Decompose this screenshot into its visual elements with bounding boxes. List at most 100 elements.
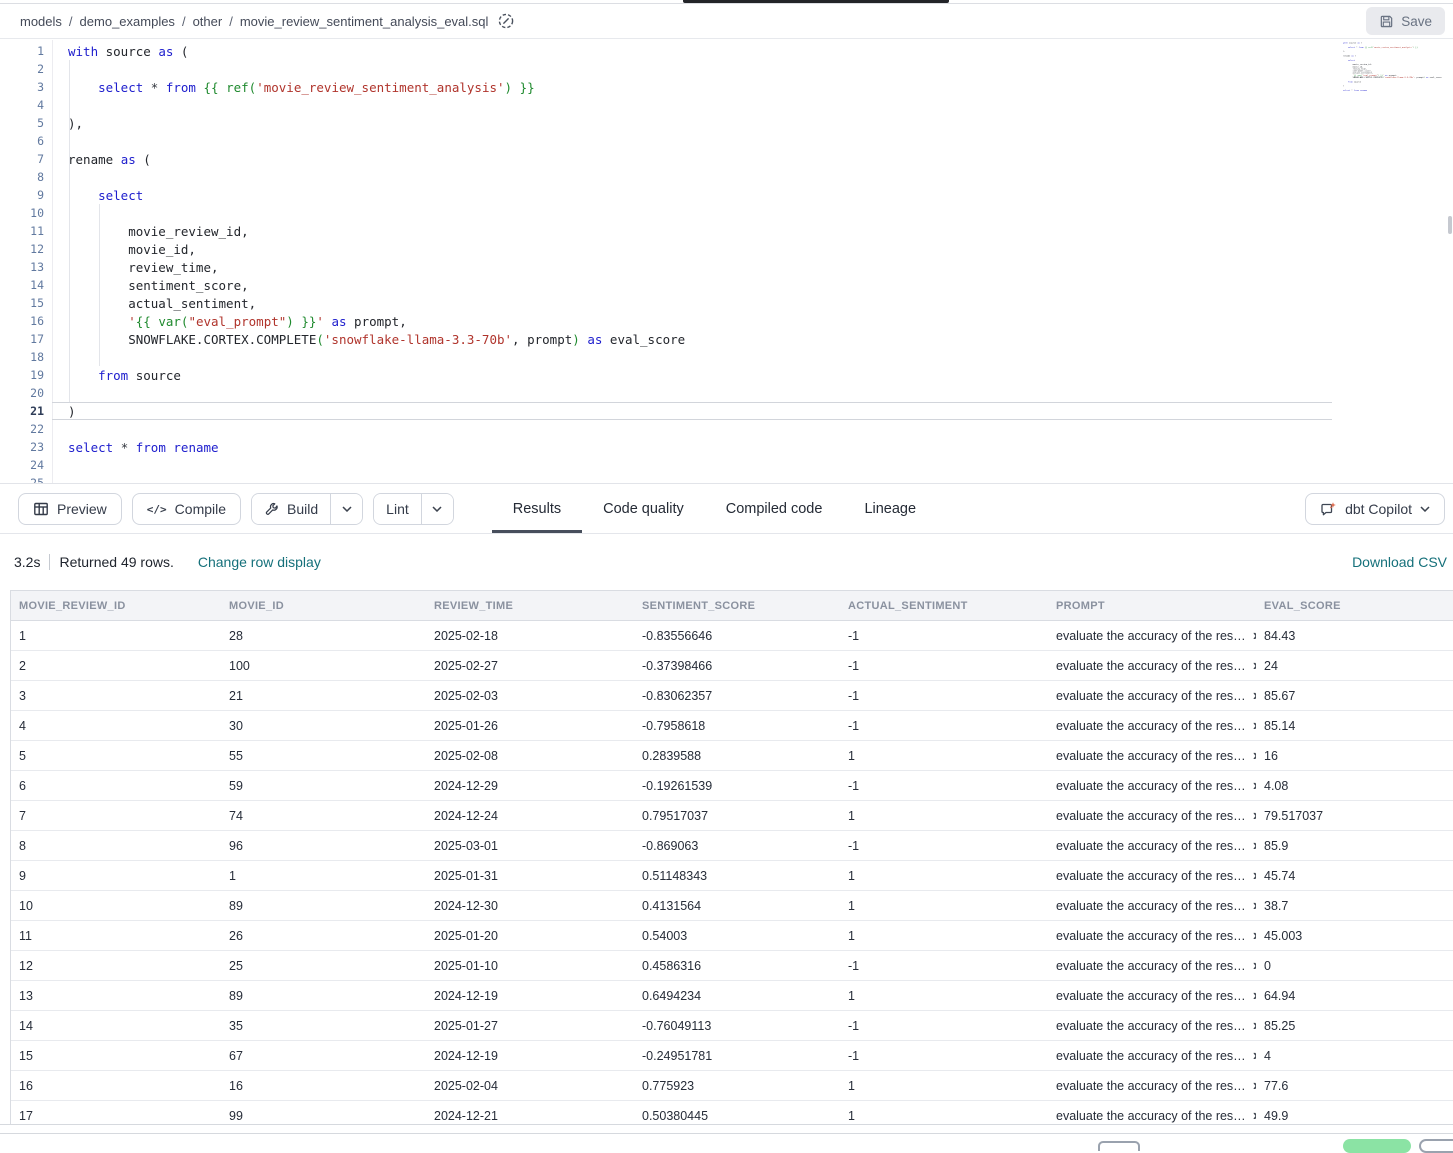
code-line-content: with source as (	[44, 44, 188, 59]
table-cell: 1	[11, 621, 221, 650]
code-line[interactable]: 13 review_time,	[0, 258, 685, 276]
code-line[interactable]: 23select * from rename	[0, 438, 685, 456]
breadcrumb-item[interactable]: movie_review_sentiment_analysis_eval.sql	[240, 14, 489, 29]
line-number: 16	[0, 314, 44, 328]
download-csv-link[interactable]: Download CSV	[1352, 554, 1447, 570]
column-header[interactable]: EVAL_SCORE	[1256, 591, 1453, 620]
compile-button[interactable]: </> Compile	[132, 493, 241, 525]
code-line-content: select	[1337, 59, 1355, 61]
breadcrumb-item[interactable]: other	[193, 14, 223, 29]
lint-button[interactable]: Lint	[374, 494, 421, 524]
code-line[interactable]: 6	[0, 132, 685, 150]
table-cell: 2	[11, 651, 221, 680]
code-line[interactable]: 15 actual_sentiment,	[0, 294, 685, 312]
results-status-bar: 3.2s Returned 49 rows. Change row displa…	[0, 534, 1453, 590]
column-header[interactable]: MOVIE_REVIEW_ID	[11, 591, 221, 620]
lint-button-group: Lint	[373, 493, 454, 525]
preview-button[interactable]: Preview	[18, 493, 122, 525]
table-cell: 85.25	[1256, 1011, 1453, 1040]
table-cell: -1	[840, 711, 1048, 740]
table-cell: 0.2839588	[634, 741, 840, 770]
table-cell: -1	[840, 681, 1048, 710]
bottom-outline-button[interactable]	[1419, 1139, 1453, 1153]
table-cell: 0.79517037	[634, 801, 840, 830]
column-header[interactable]: PROMPT	[1048, 591, 1256, 620]
save-button[interactable]: Save	[1366, 7, 1445, 35]
breadcrumb-separator: /	[69, 14, 73, 29]
code-line[interactable]: 16 '{{ var("eval_prompt") }}' as prompt,	[0, 312, 685, 330]
code-line[interactable]: 17 SNOWFLAKE.CORTEX.COMPLETE('snowflake-…	[0, 330, 685, 348]
breadcrumb-item[interactable]: models	[20, 14, 62, 29]
editor-minimap[interactable]: with source as ( select * from {{ ref('m…	[1337, 42, 1449, 112]
tab-results[interactable]: Results	[492, 485, 582, 533]
code-line[interactable]: 21)	[0, 402, 685, 420]
column-header[interactable]: ACTUAL_SENTIMENT	[840, 591, 1048, 620]
table-cell: 9	[11, 861, 221, 890]
build-button[interactable]: Build	[252, 494, 330, 524]
table-cell: 2025-02-27	[426, 651, 634, 680]
code-line[interactable]: 18	[0, 348, 685, 366]
table-cell: -1	[840, 1011, 1048, 1040]
table-row: 14352025-01-27-0.76049113-1evaluate the …	[11, 1011, 1453, 1041]
code-lines[interactable]: 1with source as (23 select * from {{ ref…	[0, 42, 685, 484]
code-line[interactable]: 24	[0, 456, 685, 474]
code-line[interactable]: 22	[0, 420, 685, 438]
table-cell: evaluate the accuracy of the res…›	[1048, 711, 1256, 740]
table-cell: 4	[1256, 1041, 1453, 1070]
column-header[interactable]: MOVIE_ID	[221, 591, 426, 620]
code-line[interactable]: 10	[0, 204, 685, 222]
code-line[interactable]: 20	[0, 384, 685, 402]
code-line[interactable]: 3 select * from {{ ref('movie_review_sen…	[0, 78, 685, 96]
bottom-action-button[interactable]	[1098, 1141, 1140, 1151]
code-line[interactable]: 2	[0, 60, 685, 78]
build-dropdown-chevron[interactable]	[330, 494, 362, 524]
table-cell: 14	[11, 1011, 221, 1040]
file-header-bar: models/demo_examples/other/movie_review_…	[0, 4, 1453, 39]
dbt-copilot-button[interactable]: dbt Copilot	[1305, 493, 1445, 525]
table-cell: 1	[840, 801, 1048, 830]
code-line[interactable]: 8	[0, 168, 685, 186]
table-cell: 89	[221, 891, 426, 920]
horizontal-scrollbar-track[interactable]	[0, 1124, 1453, 1134]
table-cell: 100	[221, 651, 426, 680]
code-line[interactable]: 14 sentiment_score,	[0, 276, 685, 294]
table-cell: 0.54003	[634, 921, 840, 950]
table-row: 5552025-02-080.28395881evaluate the accu…	[11, 741, 1453, 771]
tab-compiled-code[interactable]: Compiled code	[705, 485, 844, 533]
code-line[interactable]: 1with source as (	[0, 42, 685, 60]
table-row: 11262025-01-200.540031evaluate the accur…	[11, 921, 1453, 951]
table-cell: 2025-01-10	[426, 951, 634, 980]
action-toolbar: Preview </> Compile Build Lint ResultsCo…	[0, 485, 1453, 534]
table-cell: 1	[840, 891, 1048, 920]
lint-dropdown-chevron[interactable]	[421, 494, 453, 524]
change-row-display-link[interactable]: Change row display	[198, 554, 321, 570]
line-number: 23	[0, 440, 44, 454]
tab-code-quality[interactable]: Code quality	[582, 485, 705, 533]
code-line[interactable]: 11 movie_review_id,	[0, 222, 685, 240]
code-line[interactable]: 5),	[0, 114, 685, 132]
code-line[interactable]: 7rename as (	[0, 150, 685, 168]
table-cell: 79.517037	[1256, 801, 1453, 830]
table-row: 10892024-12-300.41315641evaluate the acc…	[11, 891, 1453, 921]
column-header[interactable]: REVIEW_TIME	[426, 591, 634, 620]
column-header[interactable]: SENTIMENT_SCORE	[634, 591, 840, 620]
table-cell: 1	[840, 861, 1048, 890]
code-line[interactable]: 9 select	[0, 186, 685, 204]
code-line-content: ),	[1337, 51, 1345, 53]
editor-scrollbar[interactable]	[1448, 216, 1452, 234]
build-button-group: Build	[251, 493, 363, 525]
breadcrumb-item[interactable]: demo_examples	[80, 14, 175, 29]
tab-lineage[interactable]: Lineage	[843, 485, 937, 533]
prompt-text: evaluate the accuracy of the res…	[1056, 1079, 1246, 1093]
code-line[interactable]: 12 movie_id,	[0, 240, 685, 258]
sql-code-editor[interactable]: 1with source as (23 select * from {{ ref…	[0, 40, 1453, 484]
code-line[interactable]: 19 from source	[0, 366, 685, 384]
table-cell: -0.19261539	[634, 771, 840, 800]
bottom-green-button[interactable]	[1343, 1139, 1411, 1153]
code-line[interactable]: 4	[0, 96, 685, 114]
table-cell: 4.08	[1256, 771, 1453, 800]
table-cell: 0.775923	[634, 1071, 840, 1100]
code-line-content: select * from rename	[44, 440, 219, 455]
code-line[interactable]: 25	[0, 474, 685, 484]
table-cell: -0.37398466	[634, 651, 840, 680]
